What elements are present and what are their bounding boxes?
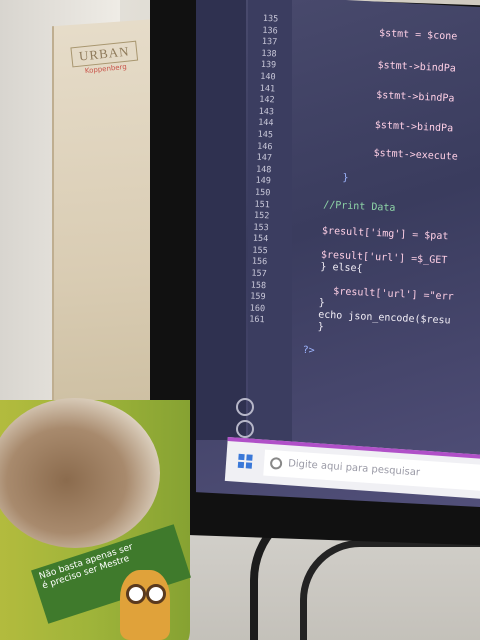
- line-number: 155: [252, 245, 268, 257]
- windows-start-icon[interactable]: [237, 453, 253, 469]
- line-number: 153: [253, 222, 269, 233]
- owl-illustration: [120, 570, 170, 640]
- line-number: 141: [259, 83, 276, 94]
- search-icon: [269, 457, 283, 470]
- line-number: 143: [258, 106, 275, 118]
- line-number: 139: [260, 60, 277, 71]
- code-comment: //Print Data: [322, 199, 396, 214]
- line-number: 160: [249, 303, 266, 315]
- settings-gear-icon[interactable]: [236, 420, 254, 438]
- line-number: 159: [250, 291, 266, 303]
- code-line: }: [317, 321, 324, 333]
- code-line: $result['img'] = $pat: [321, 225, 449, 243]
- code-line: }: [342, 172, 349, 184]
- line-number: 146: [256, 141, 273, 152]
- box-label: URBAN Koppenberg: [70, 40, 139, 82]
- code-line: ?>: [302, 344, 315, 357]
- taskbar-search-input[interactable]: Digite aqui para pesquisar: [263, 449, 480, 492]
- black-cable-2: [300, 540, 480, 640]
- code-line: $result['url'] ="err: [333, 286, 454, 303]
- photo-scene: URBAN Koppenberg 135 136 137 138 139 140…: [0, 0, 480, 640]
- line-number: 142: [258, 94, 275, 106]
- owl-eye: [146, 584, 166, 604]
- code-line: } else{: [320, 261, 363, 275]
- line-number: 158: [250, 280, 267, 291]
- line-number: 156: [251, 257, 268, 268]
- code-line: $stmt = $cone: [378, 27, 458, 43]
- line-number: 144: [257, 118, 274, 129]
- line-number: 161: [248, 314, 265, 326]
- line-number: 148: [255, 164, 272, 176]
- code-line: echo json_encode($resu: [317, 309, 451, 327]
- search-placeholder: Digite aqui para pesquisar: [287, 458, 421, 479]
- code-line: $stmt->bindPa: [374, 119, 454, 135]
- line-number: 147: [256, 152, 273, 164]
- line-number: 137: [261, 36, 278, 48]
- line-number: 140: [260, 71, 276, 83]
- line-number: 136: [262, 25, 278, 37]
- code-line: $stmt->bindPa: [377, 59, 457, 75]
- line-number: 149: [255, 175, 272, 187]
- line-number: 151: [254, 199, 271, 210]
- line-number: 145: [257, 129, 274, 141]
- editor-activity-bar: [196, 0, 246, 440]
- line-number: 157: [251, 268, 267, 280]
- code-line: }: [318, 297, 326, 309]
- line-number: 152: [253, 210, 270, 222]
- code-line: $stmt->bindPa: [375, 89, 455, 105]
- owl-eye: [126, 584, 146, 604]
- line-number: 135: [262, 13, 279, 25]
- line-number: 150: [254, 187, 271, 199]
- code-editor[interactable]: $stmt = $cone $stmt->bindPa $stmt->bindP…: [302, 0, 480, 384]
- code-line: $stmt->execute: [373, 147, 459, 163]
- line-number: 138: [261, 48, 277, 60]
- line-number: 154: [252, 233, 269, 245]
- account-icon[interactable]: [236, 398, 254, 416]
